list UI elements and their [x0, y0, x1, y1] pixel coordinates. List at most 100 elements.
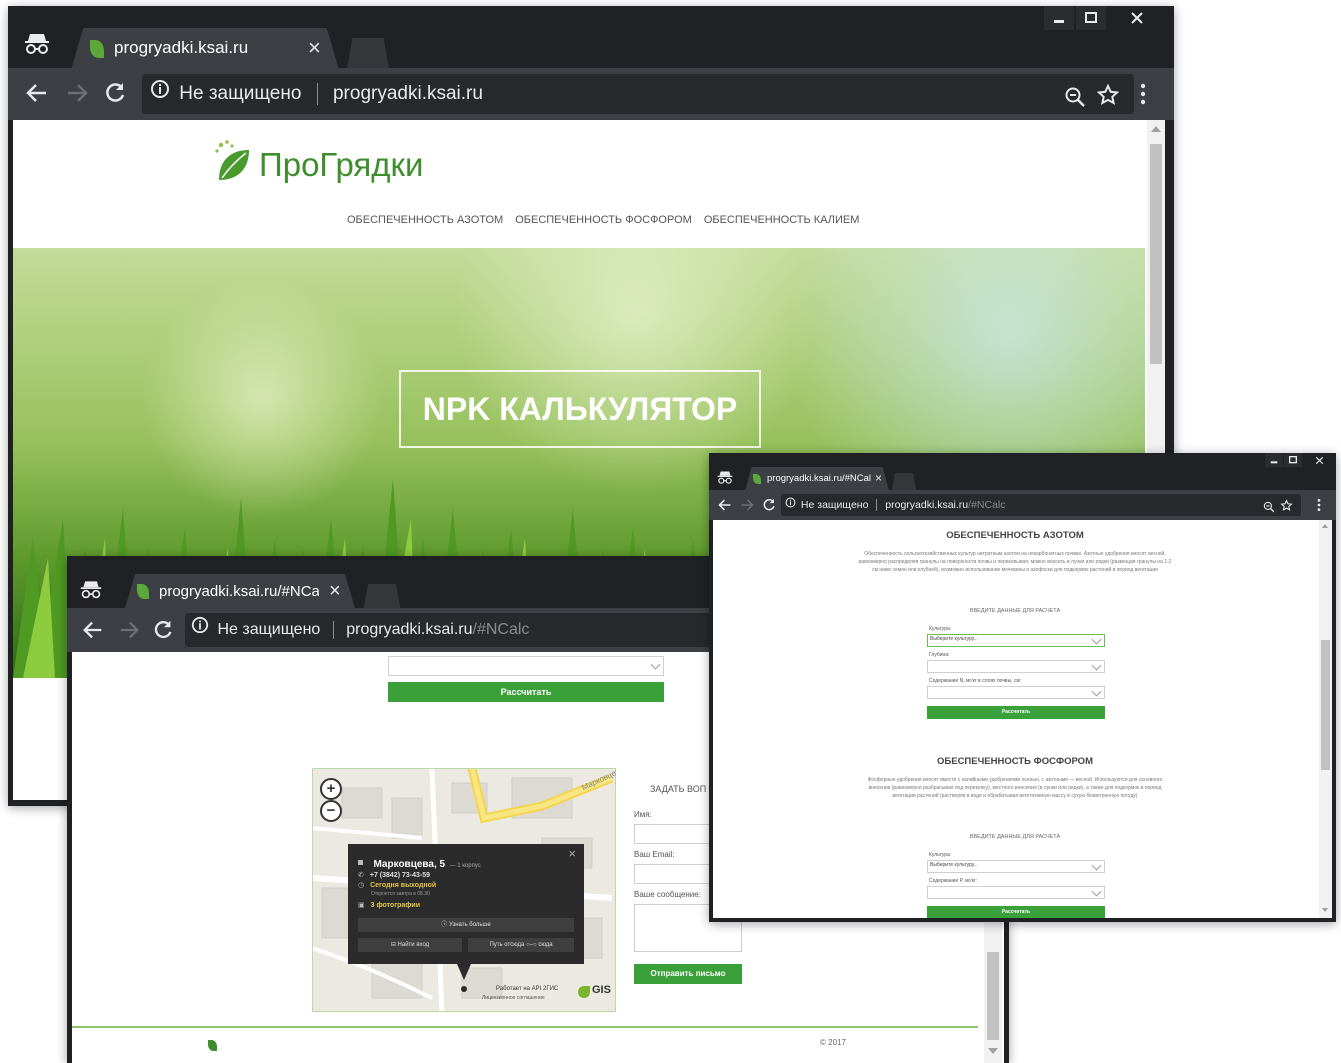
- popup-photos[interactable]: 3 фотографии: [371, 902, 420, 909]
- menu-icon[interactable]: [1315, 498, 1323, 517]
- phosphorus-content-select[interactable]: [927, 886, 1105, 899]
- leaf-favicon-icon: [137, 584, 149, 599]
- calculate-button[interactable]: Рассчитать: [388, 682, 664, 702]
- footer-copyright: © 2017: [820, 1038, 846, 1047]
- hero-title-box: NPK КАЛЬКУЛЯТОР: [399, 370, 761, 448]
- scroll-down-icon[interactable]: [1322, 908, 1328, 912]
- zoom-icon[interactable]: [1263, 499, 1275, 516]
- tab-active[interactable]: progryadki.ksai.ru/#NCalc ×: [745, 467, 889, 490]
- map-powered-by[interactable]: Работает на API 2ГИС: [496, 986, 558, 992]
- star-icon[interactable]: [1096, 82, 1120, 114]
- nav-item-potassium[interactable]: ОБЕСПЕЧЕННОСТЬ КАЛИЕМ: [704, 214, 860, 226]
- page-content-right: ОБЕСПЕЧЕННОСТЬ АЗОТОМ Обеспеченность сел…: [713, 520, 1332, 918]
- tab-title: progryadki.ksai.ru/#NCalc: [159, 583, 319, 600]
- scrollbar-thumb[interactable]: [1321, 640, 1330, 770]
- popup-address-sub: — 1 корпус: [449, 863, 481, 869]
- maximize-icon[interactable]: [1076, 6, 1106, 30]
- popup-address: Марковцева, 5: [373, 859, 446, 870]
- scrollbar-thumb[interactable]: [987, 952, 999, 1040]
- url-host: progryadki.ksai.ru: [885, 499, 969, 511]
- info-icon[interactable]: [785, 494, 796, 516]
- reload-icon[interactable]: [102, 80, 128, 111]
- route-arrow-icon: ○–○: [524, 942, 539, 948]
- info-icon: ⓘ: [441, 922, 449, 928]
- name-label: Имя:: [634, 810, 652, 819]
- back-icon[interactable]: [24, 80, 50, 111]
- minimize-icon[interactable]: [1044, 6, 1074, 30]
- close-icon[interactable]: ×: [875, 471, 882, 485]
- browser-window-right: progryadki.ksai.ru/#NCalc × Не защищено …: [709, 453, 1336, 922]
- back-icon[interactable]: [81, 618, 105, 647]
- popup-route-button[interactable]: Путь отсюда ○–○ сюда: [468, 938, 574, 952]
- forward-icon[interactable]: [117, 618, 141, 647]
- tab-active[interactable]: progryadki.ksai.ru/#NCalc ×: [125, 574, 355, 608]
- popup-more-button[interactable]: ⓘ Узнать больше: [358, 918, 574, 932]
- email-label: Ваш Email:: [634, 850, 675, 859]
- scroll-up-icon[interactable]: [1151, 126, 1161, 132]
- send-letter-button[interactable]: Отправить письмо: [634, 964, 742, 984]
- scroll-up-icon[interactable]: [1322, 524, 1328, 528]
- security-label: Не защищено: [217, 621, 321, 639]
- new-tab-button[interactable]: [363, 584, 401, 608]
- window-close-icon[interactable]: [1303, 453, 1335, 467]
- tab-strip: progryadki.ksai.ru ×: [8, 6, 1174, 68]
- popup-phone[interactable]: +7 (3842) 73-43-59: [370, 872, 430, 879]
- map-license[interactable]: Лицензионное соглашение: [482, 995, 545, 1001]
- nitrogen-content-select[interactable]: [927, 686, 1105, 699]
- window-controls: [1044, 6, 1166, 30]
- new-tab-button[interactable]: [892, 473, 916, 490]
- right-scrollbar[interactable]: [1319, 520, 1332, 918]
- door-icon: ⊟: [390, 942, 398, 948]
- menu-icon[interactable]: [1136, 82, 1150, 111]
- nitrogen-subheading: ВВЕДИТЕ ДАННЫЕ ДЛЯ РАСЧЕТА: [969, 608, 1061, 614]
- zoom-icon[interactable]: [1064, 83, 1086, 114]
- phosphorus-culture-select[interactable]: Выберите культуру...: [927, 860, 1105, 873]
- nitrogen-depth-select[interactable]: [927, 660, 1105, 673]
- footer-divider: [72, 1026, 978, 1028]
- close-icon[interactable]: ×: [308, 35, 321, 61]
- tab-active[interactable]: progryadki.ksai.ru ×: [71, 28, 339, 68]
- forward-icon[interactable]: [739, 497, 755, 518]
- map-widget[interactable]: Марковцева + − × Марковцева, 5 — 1 корпу…: [312, 768, 616, 1012]
- clock-icon: ◷: [358, 882, 365, 889]
- soil-depth-select[interactable]: [388, 656, 664, 676]
- reload-icon[interactable]: [761, 497, 777, 518]
- info-icon[interactable]: [191, 613, 209, 647]
- phosphorus-heading: ОБЕСПЕЧЕННОСТЬ ФОСФОРОМ: [937, 756, 1093, 767]
- camera-icon: ▣: [358, 902, 365, 909]
- address-bar[interactable]: Не защищено progryadki.ksai.ru/#NCalc: [781, 494, 1301, 516]
- nitrogen-depth-label: Глубина:: [929, 652, 950, 658]
- phone-icon: ✆: [358, 872, 364, 879]
- new-tab-button[interactable]: [347, 38, 389, 68]
- popup-find-entrance-button[interactable]: ⊟ Найти вход: [358, 938, 462, 952]
- security-label: Не защищено: [179, 83, 302, 105]
- close-icon[interactable]: ×: [329, 580, 341, 603]
- back-icon[interactable]: [717, 497, 733, 518]
- nitrogen-heading: ОБЕСПЕЧЕННОСТЬ АЗОТОМ: [946, 530, 1084, 541]
- zoom-in-button[interactable]: +: [320, 778, 342, 800]
- nav-item-nitrogen[interactable]: ОБЕСПЕЧЕННОСТЬ АЗОТОМ: [347, 214, 503, 226]
- phosphorus-content-label: Содержание P, мг/кг:: [929, 878, 978, 884]
- window-close-icon[interactable]: [1108, 6, 1166, 30]
- url-path: /#NCalc: [472, 621, 530, 639]
- star-icon[interactable]: [1280, 498, 1293, 516]
- popup-phone-row: ✆ +7 (3842) 73-43-59: [358, 871, 430, 879]
- nitrogen-culture-select[interactable]: Выберите культуру...: [927, 634, 1105, 647]
- popup-close-icon[interactable]: ×: [568, 846, 576, 861]
- nitrogen-calculate-button[interactable]: Рассчитать: [927, 706, 1105, 719]
- minimize-icon[interactable]: [1265, 453, 1283, 467]
- building-icon: [358, 860, 363, 866]
- nav-item-phosphorus[interactable]: ОБЕСПЕЧЕННОСТЬ ФОСФОРОМ: [515, 214, 692, 226]
- url-path: /#NCalc: [968, 499, 1006, 511]
- main-nav: ОБЕСПЕЧЕННОСТЬ АЗОТОМ ОБЕСПЕЧЕННОСТЬ ФОС…: [347, 214, 859, 226]
- scroll-down-icon[interactable]: [988, 1048, 998, 1054]
- reload-icon[interactable]: [151, 618, 175, 647]
- maximize-icon[interactable]: [1284, 453, 1302, 467]
- address-bar[interactable]: Не защищено progryadki.ksai.ru: [142, 74, 1134, 114]
- info-icon[interactable]: [150, 74, 170, 114]
- phosphorus-calculate-button[interactable]: Рассчитать: [927, 906, 1105, 918]
- zoom-out-button[interactable]: −: [320, 800, 342, 822]
- forward-icon[interactable]: [64, 80, 90, 111]
- scrollbar-thumb[interactable]: [1150, 144, 1162, 364]
- url-separator: [332, 621, 334, 639]
